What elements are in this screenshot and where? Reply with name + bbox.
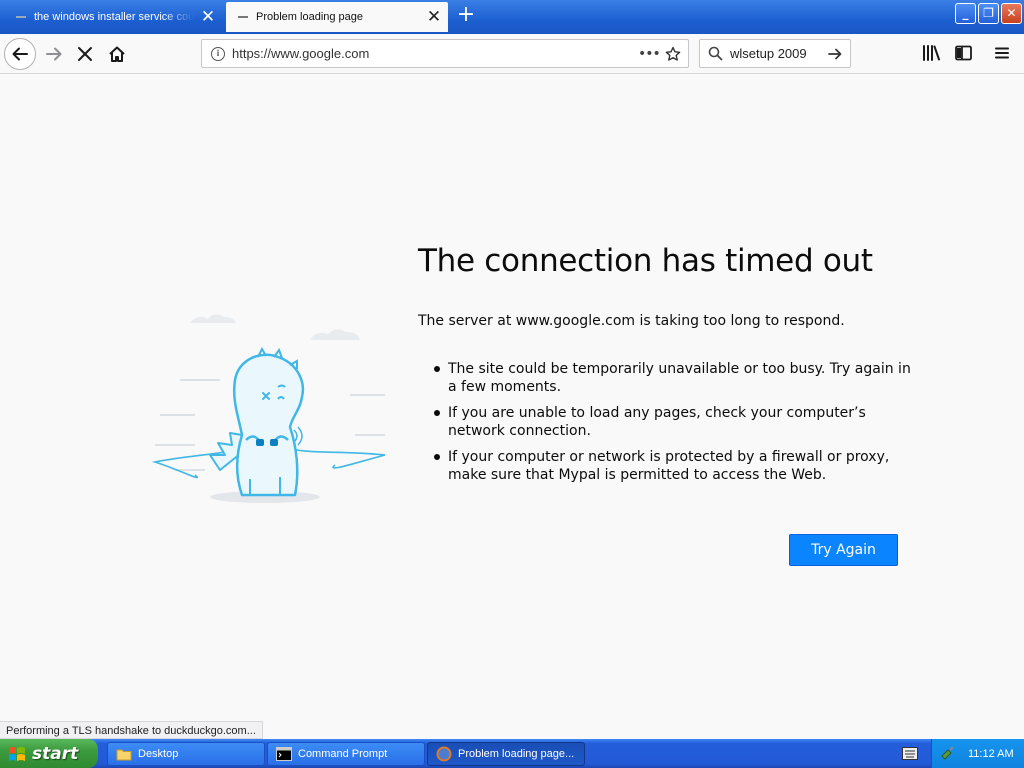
close-window-button[interactable]: ✕ (1001, 3, 1022, 24)
safely-remove-hardware-icon[interactable] (940, 745, 956, 762)
search-bar[interactable]: wlsetup 2009 (699, 39, 851, 68)
status-text: Performing a TLS handshake to duckduckgo… (0, 721, 263, 739)
tab-title: the windows installer service could not … (34, 11, 194, 23)
start-label: start (32, 743, 79, 764)
taskbar-item-label: Problem loading page... (458, 748, 575, 760)
taskbar-item-label: Command Prompt (298, 748, 388, 760)
minimize-button[interactable]: _ (955, 3, 976, 24)
windows-logo-icon (9, 746, 25, 761)
folder-icon (116, 749, 132, 761)
home-icon (109, 46, 125, 62)
navigation-bar: i https://www.google.com ••• wlsetup 200… (0, 34, 1024, 74)
tab-strip: the windows installer service could not … (0, 0, 1024, 34)
new-tab-button[interactable]: + (454, 3, 478, 29)
taskbar-item-label: Desktop (138, 748, 179, 760)
stop-icon (78, 47, 92, 61)
error-page: The connection has timed out The server … (0, 75, 1024, 720)
tab-title: Problem loading page (256, 11, 364, 23)
error-suggestions-list: The site could be temporarily unavailabl… (434, 360, 914, 492)
taskbar-item-browser[interactable]: Problem loading page... (427, 742, 585, 766)
browser-icon (436, 746, 452, 762)
list-item: The site could be temporarily unavailabl… (434, 360, 914, 396)
close-tab-icon[interactable]: ✕ (420, 7, 448, 27)
url-bar[interactable]: i https://www.google.com ••• (201, 39, 689, 68)
bookmark-star-icon[interactable] (658, 46, 688, 62)
forward-arrow-icon (46, 47, 62, 61)
restore-button[interactable]: ❐ (978, 3, 999, 24)
tab-windows-installer[interactable]: the windows installer service could not … (4, 2, 222, 32)
stop-button[interactable] (69, 38, 101, 70)
back-arrow-icon (12, 47, 28, 61)
sidebar-icon[interactable] (954, 44, 974, 62)
error-title: The connection has timed out (418, 243, 873, 279)
system-tray: 11:12 AM (931, 739, 1024, 768)
list-item: If you are unable to load any pages, che… (434, 404, 914, 440)
search-go-arrow-icon[interactable] (820, 46, 850, 62)
site-info-icon[interactable]: i (211, 46, 225, 61)
search-input[interactable]: wlsetup 2009 (730, 46, 820, 61)
try-again-button[interactable]: Try Again (789, 534, 898, 566)
page-icon (16, 16, 26, 18)
taskbar-item-command-prompt[interactable]: Command Prompt (267, 742, 425, 766)
back-button[interactable] (4, 38, 36, 70)
loading-icon (238, 16, 248, 18)
home-button[interactable] (101, 38, 133, 70)
library-icon[interactable] (921, 44, 941, 62)
keyboard-language-icon[interactable] (902, 747, 918, 760)
search-icon (700, 46, 730, 61)
page-actions-icon[interactable]: ••• (638, 46, 661, 62)
tab-problem-loading[interactable]: Problem loading page ✕ (226, 2, 448, 32)
list-item: If your computer or network is protected… (434, 448, 914, 484)
clock: 11:12 AM (968, 747, 1014, 760)
forward-button[interactable] (38, 38, 70, 70)
url-text[interactable]: https://www.google.com (232, 46, 638, 61)
dinosaur-illustration (151, 314, 386, 503)
error-description: The server at www.google.com is taking t… (418, 313, 845, 329)
taskbar-item-desktop[interactable]: Desktop (107, 742, 265, 766)
close-tab-icon[interactable]: ✕ (194, 7, 222, 27)
hamburger-menu-icon[interactable] (993, 44, 1011, 62)
taskbar: start Desktop Command Prompt Problem loa… (0, 739, 1024, 768)
command-prompt-icon (276, 747, 292, 761)
start-button[interactable]: start (0, 739, 98, 768)
